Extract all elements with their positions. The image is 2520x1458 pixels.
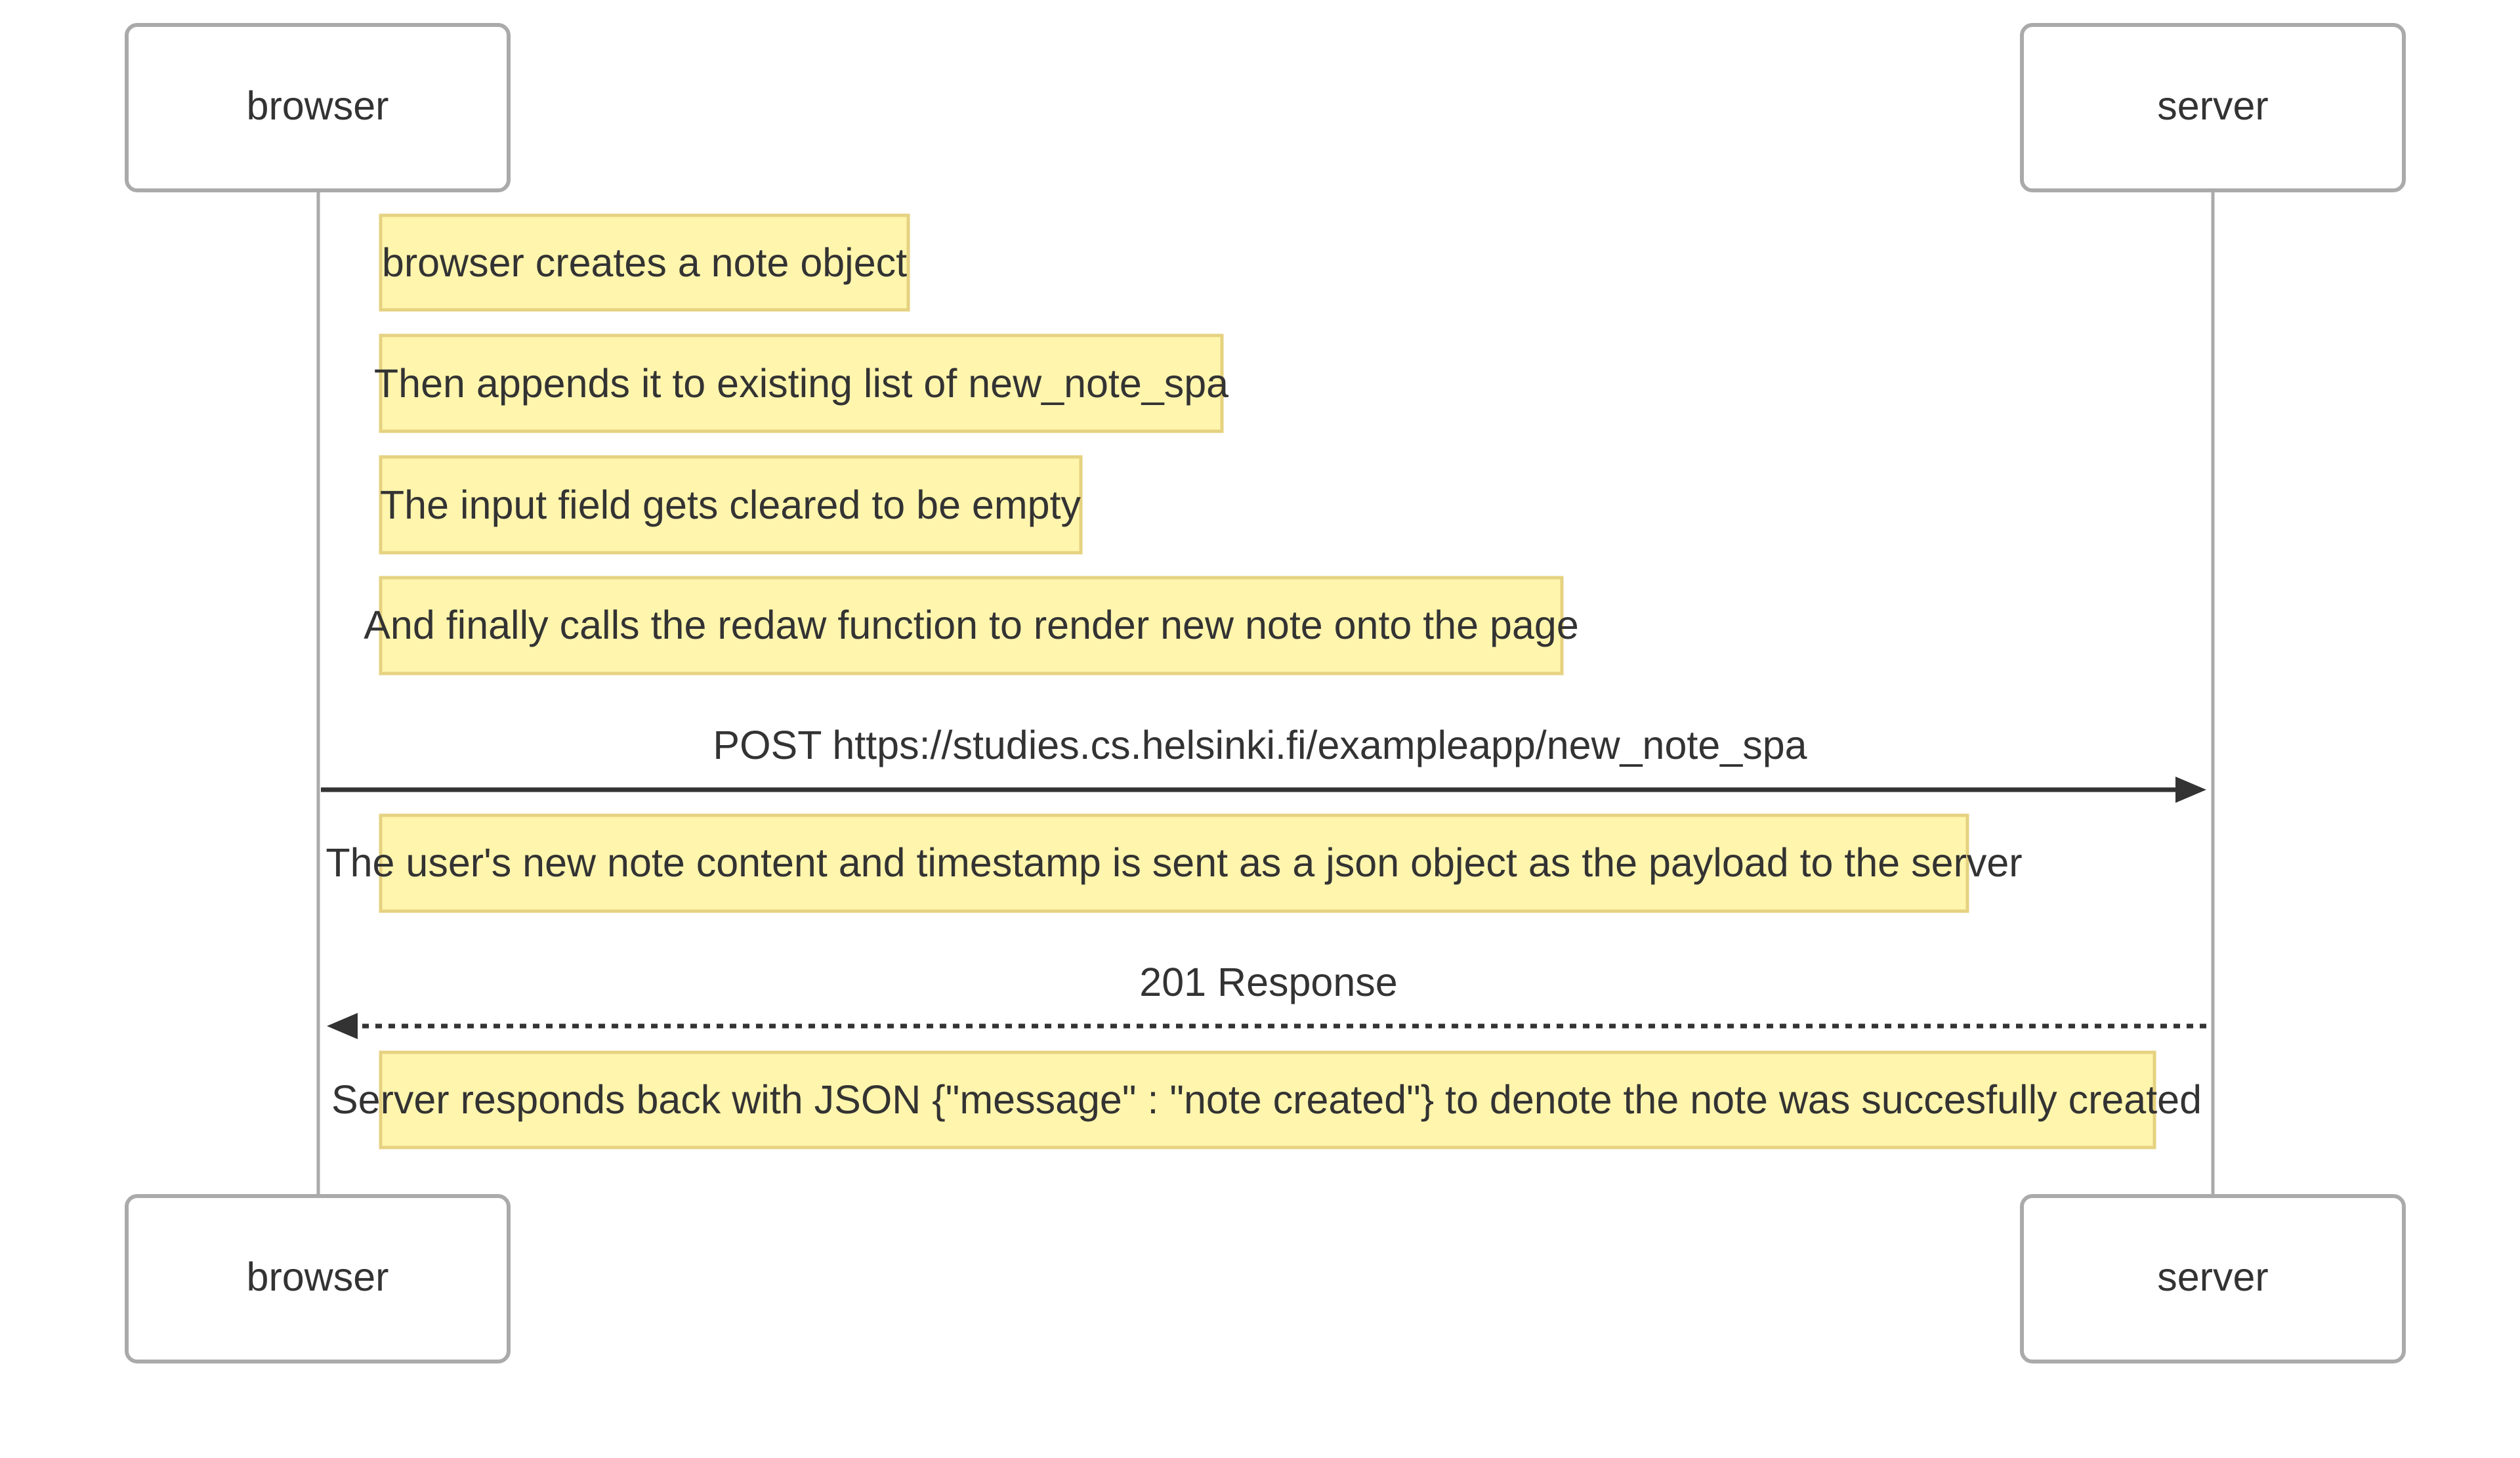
note: And finally calls the redaw function to … bbox=[364, 576, 1579, 675]
note: browser creates a note object bbox=[379, 213, 910, 312]
actor-label: server bbox=[2157, 83, 2268, 128]
actor-label: browser bbox=[247, 1254, 389, 1299]
message-post: POST https://studies.cs.helsinki.fi/exam… bbox=[321, 723, 2206, 803]
note: Then appends it to existing list of new_… bbox=[374, 333, 1228, 433]
note-text: The input field gets cleared to be empty bbox=[380, 482, 1082, 527]
actor-label: browser bbox=[247, 83, 389, 128]
note-text: browser creates a note object bbox=[382, 240, 907, 285]
arrow-head-icon bbox=[327, 1013, 358, 1039]
actor-server-top: server bbox=[2020, 23, 2406, 192]
message-label: 201 Response bbox=[1139, 960, 1397, 1004]
note-text: The user's new note content and timestam… bbox=[326, 840, 2022, 885]
note: The user's new note content and timestam… bbox=[326, 813, 2023, 913]
actor-browser-bottom: browser bbox=[125, 1194, 511, 1363]
note: The input field gets cleared to be empty bbox=[379, 455, 1083, 555]
message-label: POST https://studies.cs.helsinki.fi/exam… bbox=[713, 723, 1807, 767]
sequence-diagram: browser server browser creates a note ob… bbox=[125, 23, 2406, 1363]
actor-browser-top: browser bbox=[125, 23, 511, 192]
arrow-head-icon bbox=[2175, 777, 2206, 803]
message-201-response: 201 Response bbox=[327, 960, 2206, 1039]
actor-server-bottom: server bbox=[2020, 1194, 2406, 1363]
note-text: And finally calls the redaw function to … bbox=[364, 603, 1579, 647]
note-text: Server responds back with JSON {"message… bbox=[331, 1077, 2202, 1122]
actor-label: server bbox=[2157, 1254, 2268, 1299]
note: Server responds back with JSON {"message… bbox=[331, 1050, 2202, 1149]
note-text: Then appends it to existing list of new_… bbox=[374, 361, 1228, 406]
